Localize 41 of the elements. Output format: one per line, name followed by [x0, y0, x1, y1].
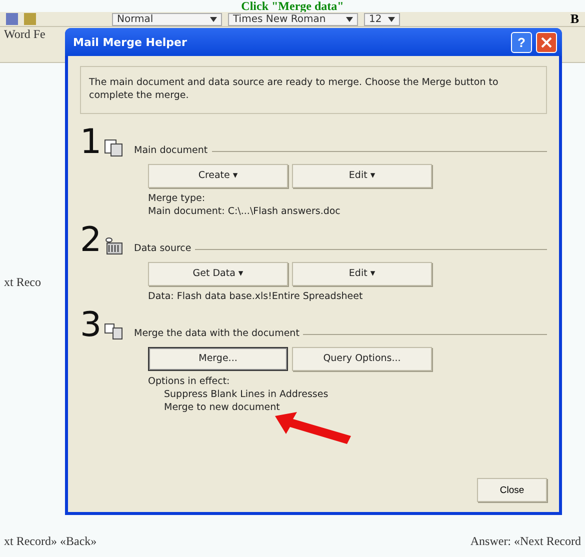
- info-text: Main document: C:\...\Flash answers.doc: [148, 204, 342, 218]
- caret-icon: [210, 16, 217, 22]
- toolbar-icon[interactable]: [24, 13, 36, 25]
- style-dropdown[interactable]: Normal: [112, 12, 222, 26]
- dialog-button[interactable]: Edit ▾: [292, 262, 432, 286]
- section-label: Main document: [134, 144, 208, 156]
- close-icon: [541, 36, 552, 48]
- font-dropdown[interactable]: Times New Roman: [228, 12, 358, 26]
- dialog-button[interactable]: Create ▾: [148, 164, 288, 188]
- database-icon: [104, 236, 124, 256]
- section-label: Merge the data with the document: [134, 328, 300, 339]
- step-number: 1: [80, 126, 100, 158]
- step-number: 2: [80, 224, 100, 256]
- close-button[interactable]: Close: [477, 478, 547, 502]
- caret-icon: [346, 16, 353, 22]
- option-text: Merge to new document: [164, 400, 281, 414]
- info-text: Data: Flash data base.xls!Entire Spreadsheet: [148, 290, 364, 303]
- document-text: Answer: «Next Record: [470, 534, 581, 549]
- step-number: 3: [80, 308, 100, 341]
- toolbar-label: Word Fe: [4, 27, 46, 42]
- instructions-text: The main document and data source are ready to merge. Choose the Merge button to complete the merge.: [80, 66, 547, 114]
- dialog-button[interactable]: Query Options...: [292, 346, 432, 371]
- option-text: Suppress Blank Lines in Addresses: [164, 388, 330, 401]
- size-dropdown[interactable]: 12: [364, 12, 400, 26]
- bold-button[interactable]: B: [570, 11, 579, 27]
- dialog-button[interactable]: Merge...: [148, 346, 288, 371]
- close-button[interactable]: [536, 32, 557, 52]
- help-button[interactable]: ?: [511, 32, 532, 52]
- caret-icon: [388, 16, 395, 22]
- slide-heading: Click "Merge data": [240, 0, 345, 12]
- dialog-button[interactable]: Edit ▾: [292, 164, 432, 188]
- toolbar-icon[interactable]: [6, 13, 18, 25]
- documents-icon: [104, 138, 124, 158]
- window-title: Mail Merge Helper: [73, 36, 188, 48]
- merge-icon: [104, 320, 124, 341]
- info-text: Options in effect:: [148, 374, 231, 388]
- document-text: xt Record» «Back»: [4, 534, 97, 549]
- section-label: Data source: [134, 242, 192, 254]
- document-text: xt Reco: [4, 275, 41, 290]
- dialog-button[interactable]: Get Data ▾: [148, 262, 288, 286]
- info-text: Merge type:: [148, 192, 206, 205]
